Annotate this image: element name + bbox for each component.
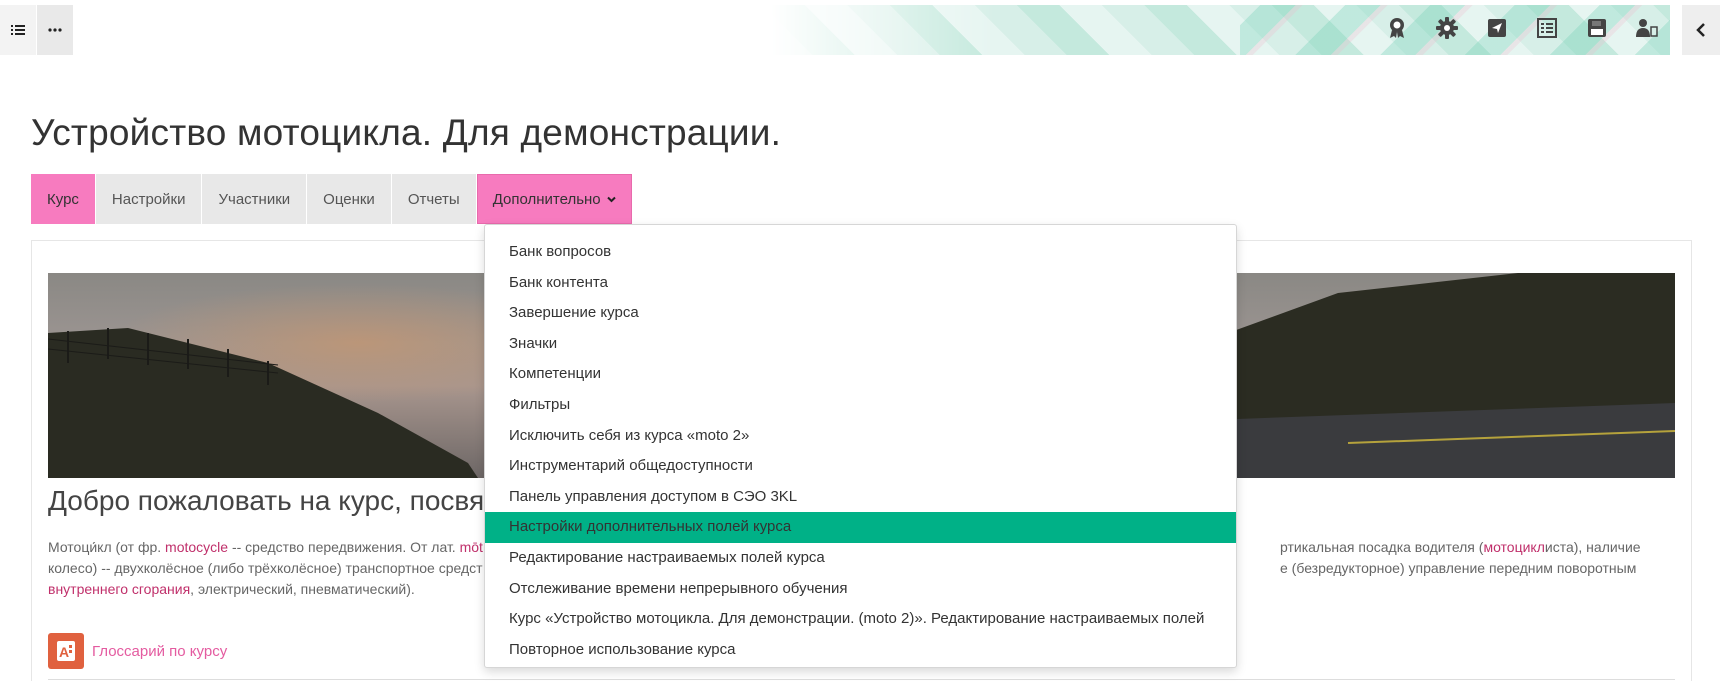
text-line: е (безредукторное) управление передним п… — [1280, 560, 1637, 576]
text-span: ртикальная посадка водителя ( — [1280, 539, 1484, 555]
chevron-left-icon — [1696, 23, 1705, 37]
glossary-activity: A Глоссарий по курсу — [48, 633, 227, 669]
menu-item-unenrol-self[interactable]: Исключить себя из курса «moto 2» — [485, 421, 1236, 452]
award-icon — [1390, 18, 1404, 38]
tab-settings[interactable]: Настройки — [95, 174, 203, 224]
menu-item-course-custom-fields[interactable]: Курс «Устройство мотоцикла. Для демонстр… — [485, 604, 1236, 635]
text-line: колесо) -- двухколёсное (либо трёхколёсн… — [48, 560, 483, 576]
menu-item-course-reuse[interactable]: Повторное использование курса — [485, 635, 1236, 666]
glossary-icon: A — [48, 633, 84, 669]
tab-grades[interactable]: Оценки — [307, 174, 392, 224]
header-actions — [1384, 15, 1660, 41]
menu-item-course-completion[interactable]: Завершение курса — [485, 298, 1236, 329]
menu-item-content-bank[interactable]: Банк контента — [485, 268, 1236, 299]
drawer-toggle-button[interactable] — [0, 5, 37, 55]
text-span: Мотоци́кл (от фр. — [48, 539, 166, 555]
text-span: иста), наличие — [1544, 539, 1641, 555]
link-motus[interactable]: mōt — [460, 539, 483, 555]
switch-role-button[interactable] — [1634, 15, 1660, 41]
tab-reports[interactable]: Отчеты — [391, 174, 477, 224]
text-span: , электрический, пневматический). — [190, 581, 415, 597]
course-nav-tabs: Курс Настройки Участники Оценки Отчеты Д… — [31, 174, 633, 224]
user-switch-icon — [1636, 19, 1658, 37]
menu-item-question-bank[interactable]: Банк вопросов — [485, 237, 1236, 268]
link-motocycle[interactable]: motocycle — [165, 539, 228, 555]
gear-icon — [1436, 17, 1458, 39]
top-toolbar — [0, 0, 1720, 58]
messages-button[interactable] — [1484, 15, 1510, 41]
chevron-down-icon — [606, 196, 616, 202]
send-icon — [1488, 19, 1506, 37]
tab-participants[interactable]: Участники — [202, 174, 308, 224]
collapse-sidebar-button[interactable] — [1682, 5, 1720, 55]
menu-item-accessibility-toolkit[interactable]: Инструментарий общедоступности — [485, 451, 1236, 482]
link-motorcyclist[interactable]: мотоцикл — [1483, 539, 1544, 555]
menu-item-competencies[interactable]: Компетенции — [485, 359, 1236, 390]
menu-item-learning-time-tracking[interactable]: Отслеживание времени непрерывного обучен… — [485, 574, 1236, 605]
text-span: -- средство передвижения. От лат. — [228, 539, 460, 555]
page-title: Устройство мотоцикла. Для демонстрации. — [31, 112, 782, 153]
tab-more[interactable]: Дополнительно — [476, 174, 633, 224]
menu-item-extra-fields-settings[interactable]: Настройки дополнительных полей курса — [485, 512, 1236, 543]
gradebook-button[interactable] — [1534, 15, 1560, 41]
badges-button[interactable] — [1384, 15, 1410, 41]
more-menu-button[interactable] — [37, 5, 74, 55]
list-icon — [11, 25, 25, 35]
save-icon — [1588, 19, 1606, 37]
menu-item-access-control-panel[interactable]: Панель управления доступом в СЭО 3KL — [485, 482, 1236, 513]
checklist-icon — [1537, 18, 1557, 38]
glossary-link[interactable]: Глоссарий по курсу — [92, 643, 227, 660]
svg-text:A: A — [59, 644, 69, 660]
more-horizontal-icon — [48, 28, 62, 32]
more-dropdown-menu: Банк вопросов Банк контента Завершение к… — [484, 224, 1237, 668]
section-divider — [48, 679, 1675, 680]
menu-item-filters[interactable]: Фильтры — [485, 390, 1236, 421]
tab-more-label: Дополнительно — [492, 190, 601, 208]
tab-course[interactable]: Курс — [31, 174, 96, 224]
left-tools — [0, 5, 74, 55]
menu-item-edit-custom-fields[interactable]: Редактирование настраиваемых полей курса — [485, 543, 1236, 574]
backup-button[interactable] — [1584, 15, 1610, 41]
link-combustion-engine[interactable]: внутреннего сгорания — [48, 581, 190, 597]
settings-button[interactable] — [1434, 15, 1460, 41]
welcome-heading: Добро пожаловать на курс, посвящ — [48, 485, 508, 516]
menu-item-badges[interactable]: Значки — [485, 329, 1236, 360]
